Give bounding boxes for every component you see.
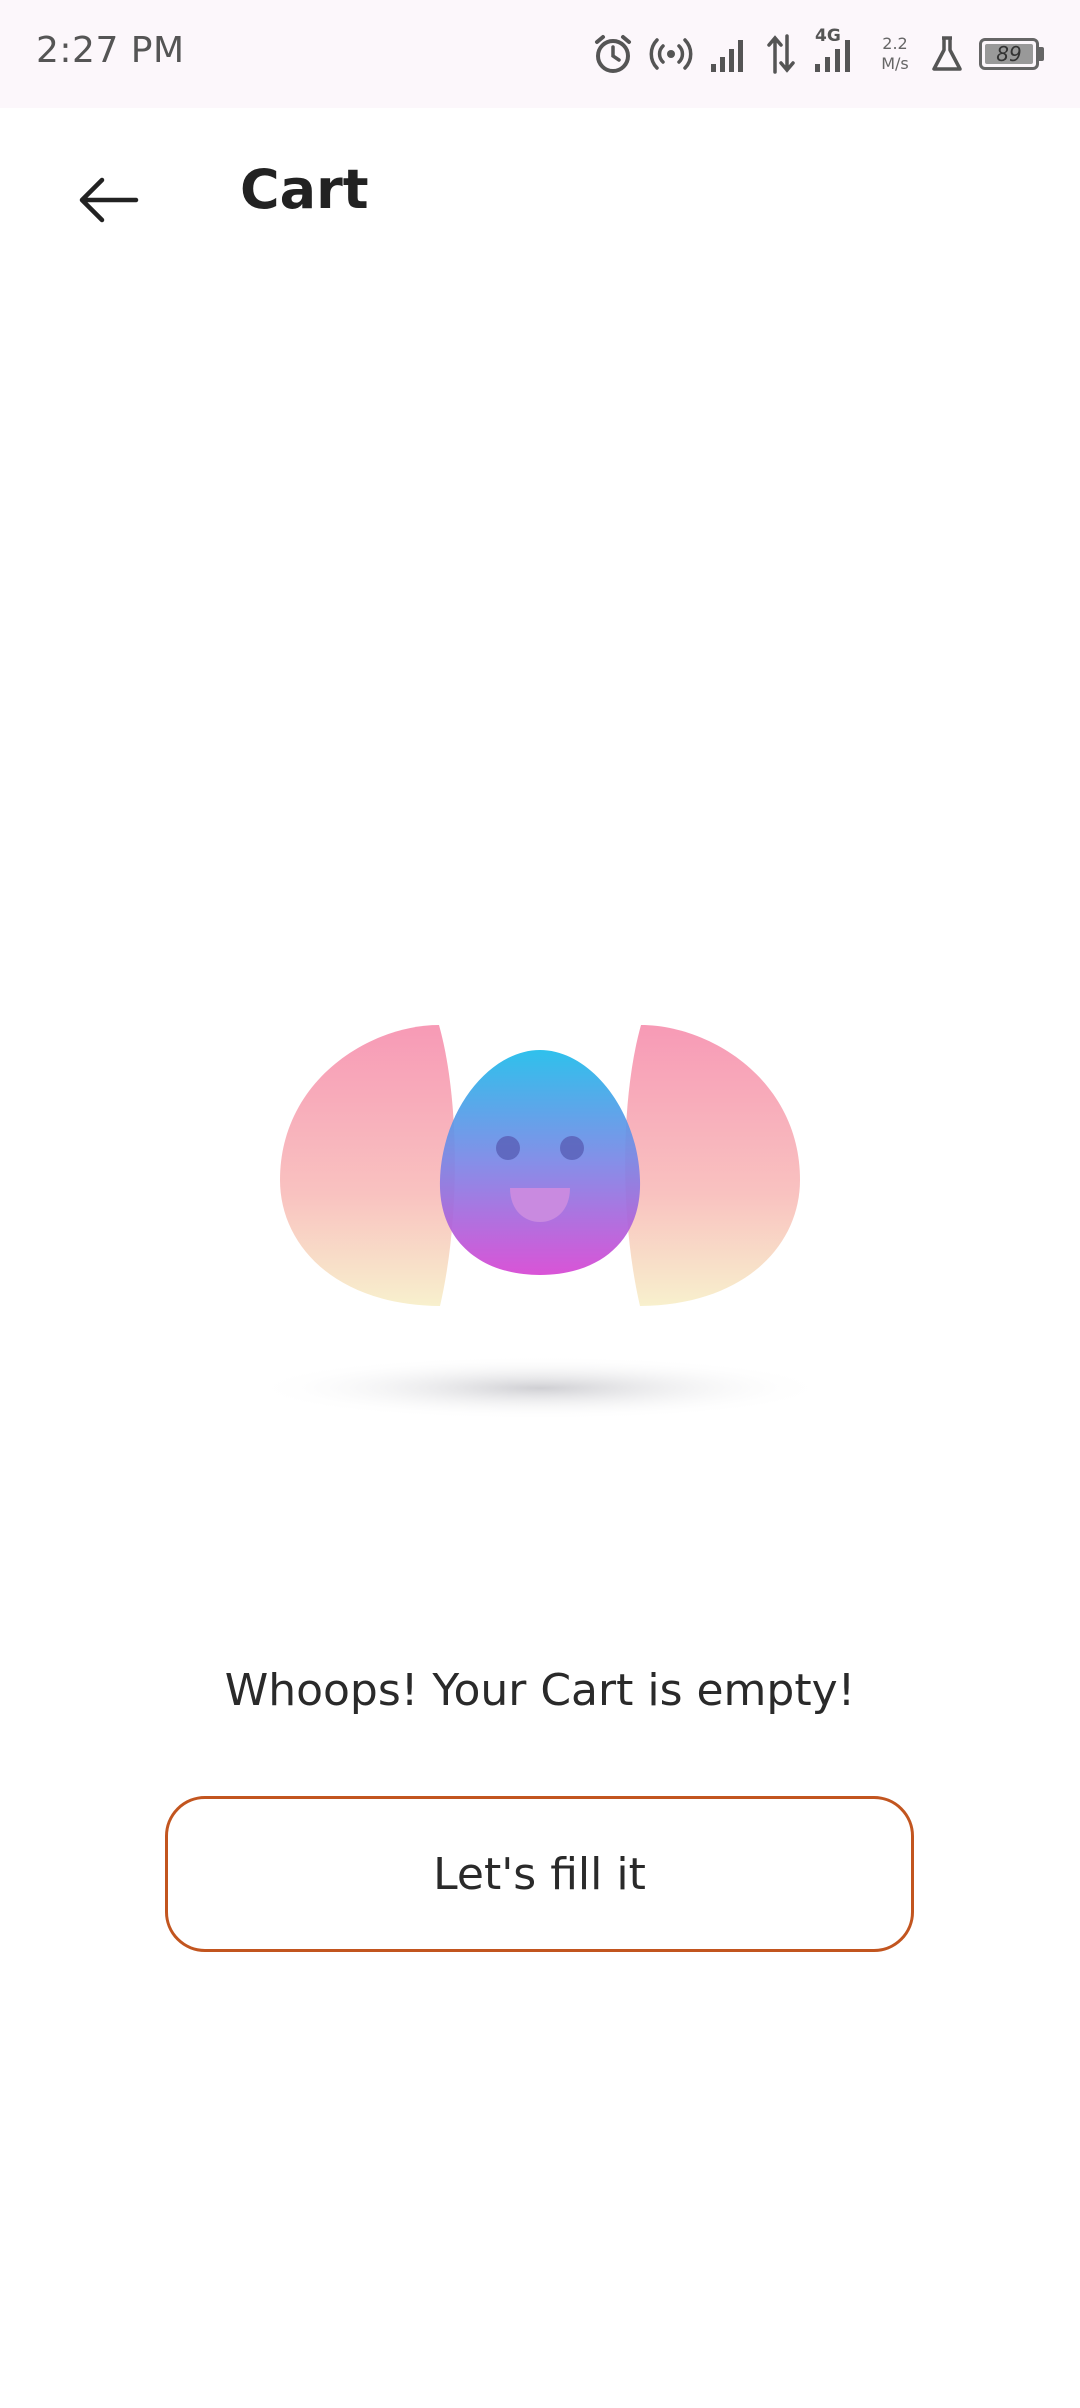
status-bar: 2:27 PM 4G 2.2 M/s 89 — [0, 0, 1080, 108]
arrow-left-icon — [79, 177, 139, 223]
battery-body: 89 — [979, 38, 1039, 70]
smiling-face-illustration — [260, 1025, 820, 1420]
page-title: Cart — [240, 158, 369, 221]
fill-cart-button-label: Let's fill it — [433, 1848, 646, 1900]
right-eye — [560, 1136, 584, 1160]
battery-icon: 89 — [979, 38, 1044, 70]
speed-value: 2.2 — [882, 34, 908, 53]
app-bar: Cart — [0, 108, 1080, 276]
signal-4g-icon: 4G — [811, 26, 861, 76]
battery-level: 89 — [996, 42, 1022, 66]
hotspot-icon — [649, 38, 693, 70]
left-petal — [280, 1025, 455, 1306]
signal-icon — [711, 40, 743, 72]
illustration-shadow — [260, 1356, 820, 1420]
left-eye — [496, 1136, 520, 1160]
speed-unit: M/s — [881, 54, 909, 73]
network-speed: 2.2 M/s — [875, 34, 915, 74]
lab-icon — [932, 36, 962, 71]
status-time: 2:27 PM — [36, 30, 185, 71]
cart-screen: 2:27 PM 4G 2.2 M/s 89 Cart Whoops! Your … — [0, 0, 1080, 2408]
status-icons: 4G 2.2 M/s 89 — [591, 26, 1044, 78]
fill-cart-button[interactable]: Let's fill it — [165, 1796, 914, 1952]
data-transfer-icon — [767, 34, 795, 74]
back-button[interactable] — [60, 152, 156, 248]
right-petal — [625, 1025, 800, 1306]
alarm-icon — [595, 35, 631, 73]
face-blob — [439, 1050, 641, 1275]
empty-cart-message: Whoops! Your Cart is empty! — [224, 1665, 856, 1716]
